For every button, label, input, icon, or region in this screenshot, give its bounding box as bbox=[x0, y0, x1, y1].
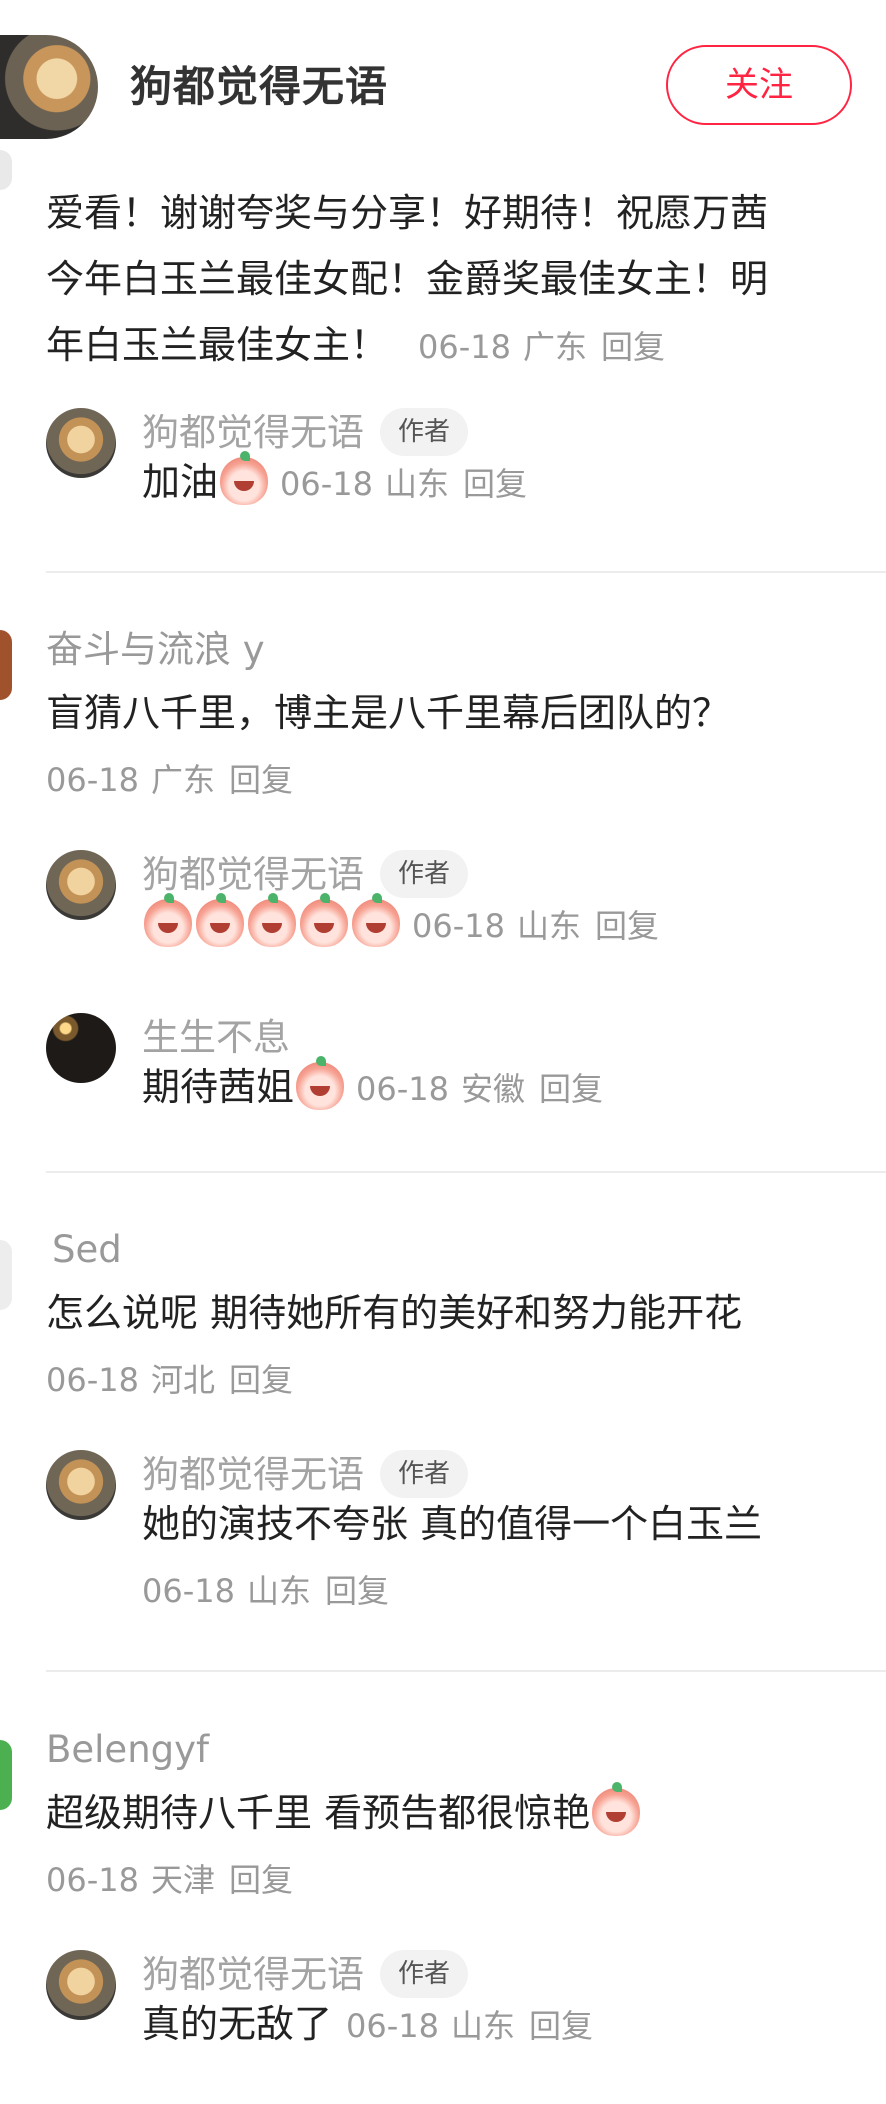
reply-link[interactable]: 回复 bbox=[229, 1361, 293, 1399]
reply-author-name[interactable]: 狗都觉得无语 作者 bbox=[142, 849, 469, 900]
reply-avatar[interactable] bbox=[46, 1950, 116, 2020]
reply-link[interactable]: 回复 bbox=[229, 1861, 293, 1899]
reply-link[interactable]: 回复 bbox=[539, 1070, 603, 1108]
reply-author-name-text[interactable]: 狗都觉得无语 bbox=[142, 853, 364, 896]
reply-link[interactable]: 回复 bbox=[595, 907, 659, 945]
reply-text-content: 真的无敌了 bbox=[142, 2002, 333, 2046]
reply-author-name[interactable]: 狗都觉得无语 作者 bbox=[142, 1949, 469, 2000]
comment-meta: 06-18 天津 回复 bbox=[46, 1855, 293, 1905]
reply-author-name[interactable]: 生生不息 bbox=[142, 1013, 290, 1063]
comment-text-line-content: 年白玉兰最佳女主！ bbox=[46, 323, 389, 367]
reply-item: 生生不息 期待茜姐 06-18 安徽 回复 bbox=[46, 1013, 876, 1143]
comment-item: Sed 怎么说呢 期待她所有的美好和努力能开花 06-18 河北 回复 狗都觉得无语… bbox=[0, 1225, 886, 1665]
reply-author-name[interactable]: 狗都觉得无语 作者 bbox=[142, 1449, 469, 1500]
author-name[interactable]: 狗都觉得无语 bbox=[130, 57, 388, 117]
author-badge: 作者 bbox=[380, 849, 469, 898]
reply-date: 06-18 bbox=[356, 1070, 449, 1108]
reply-location: 山东 bbox=[516, 907, 581, 945]
post-author-header: 狗都觉得无语 关注 bbox=[0, 0, 886, 176]
reply-author-name-text[interactable]: 狗都觉得无语 bbox=[142, 411, 364, 454]
reply-item: 狗都觉得无语 作者 加油 06-18 山东 回复 bbox=[46, 407, 876, 538]
reply-avatar[interactable] bbox=[46, 408, 116, 478]
reply-item: 狗都觉得无语 作者 真的无敌了 06-18 山东 回复 bbox=[46, 1949, 876, 2080]
reply-date: 06-18 bbox=[412, 907, 505, 945]
reply-author-name-text[interactable]: 狗都觉得无语 bbox=[142, 1453, 364, 1496]
comment-divider bbox=[46, 571, 886, 573]
peach-face-emoji-icon bbox=[144, 893, 192, 947]
comment-text: 超级期待八千里 看预告都很惊艳 bbox=[46, 1782, 846, 1843]
reply-text-content: 加油 bbox=[142, 460, 219, 504]
comment-date: 06-18 bbox=[46, 1361, 139, 1399]
peach-face-emoji-icon bbox=[248, 893, 296, 947]
reply-author-name[interactable]: 狗都觉得无语 作者 bbox=[142, 407, 469, 458]
comment-item: 奋斗与流浪 y 盲猜八千里，博主是八千里幕后团队的？ 06-18 广东 回复 狗都觉… bbox=[0, 625, 886, 1165]
comment-location: 河北 bbox=[150, 1361, 215, 1399]
author-badge: 作者 bbox=[380, 1449, 469, 1498]
reply-link[interactable]: 回复 bbox=[601, 328, 665, 366]
comment-author-name[interactable]: Sed bbox=[52, 1225, 122, 1275]
comment-location: 广东 bbox=[523, 328, 588, 366]
reply-date: 06-18 bbox=[346, 2007, 439, 2045]
reply-text: 她的演技不夸张 真的值得一个白玉兰 bbox=[142, 1502, 763, 1546]
comment-item: Belengyf 超级期待八千里 看预告都很惊艳 06-18 天津 回复 狗都觉得无… bbox=[0, 1725, 886, 2104]
reply-avatar[interactable] bbox=[46, 1013, 116, 1083]
comment-divider bbox=[46, 1171, 886, 1173]
reply-link[interactable]: 回复 bbox=[463, 465, 527, 503]
reply-text: 加油 06-18 山东 回复 bbox=[142, 451, 527, 514]
comment-date: 06-18 bbox=[418, 328, 511, 366]
comment-text: 盲猜八千里，博主是八千里幕后团队的？ bbox=[46, 691, 731, 735]
comment-text: 爱看！谢谢夸奖与分享！好期待！祝愿万茜 今年白玉兰最佳女配！金爵奖最佳女主！明 … bbox=[46, 180, 846, 380]
reply-text: 期待茜姐 06-18 安徽 回复 bbox=[142, 1056, 603, 1119]
comment-meta: 06-18 广东 回复 bbox=[46, 755, 293, 805]
follow-button[interactable]: 关注 bbox=[666, 45, 852, 125]
comment-author-name[interactable]: 奋斗与流浪 y bbox=[46, 625, 265, 675]
comment-location: 天津 bbox=[150, 1861, 215, 1899]
reply-link[interactable]: 回复 bbox=[529, 2007, 593, 2045]
peach-face-emoji-icon bbox=[196, 893, 244, 947]
peach-face-emoji-icon bbox=[300, 893, 348, 947]
reply-meta: 06-18 山东 回复 bbox=[142, 1566, 389, 1616]
comment-text-line: 年白玉兰最佳女主！ 06-18 广东 回复 bbox=[46, 312, 846, 380]
reply-date: 06-18 bbox=[142, 1572, 235, 1610]
comment-item: 爱看！谢谢夸奖与分享！好期待！祝愿万茜 今年白玉兰最佳女配！金爵奖最佳女主！明 … bbox=[0, 180, 886, 580]
reply-avatar[interactable] bbox=[46, 1450, 116, 1520]
reply-avatar[interactable] bbox=[46, 850, 116, 920]
author-avatar[interactable] bbox=[0, 35, 98, 139]
comment-date: 06-18 bbox=[46, 1861, 139, 1899]
reply-location: 山东 bbox=[451, 2007, 516, 2045]
comment-divider bbox=[46, 1670, 886, 1672]
reply-location: 山东 bbox=[246, 1572, 311, 1610]
reply-author-name-text[interactable]: 狗都觉得无语 bbox=[142, 1953, 364, 1996]
comment-meta: 06-18 河北 回复 bbox=[46, 1355, 293, 1405]
reply-location: 安徽 bbox=[461, 1070, 526, 1108]
comment-text-content: 超级期待八千里 看预告都很惊艳 bbox=[46, 1791, 591, 1835]
peach-face-emoji-icon bbox=[352, 893, 400, 947]
reply-text: 真的无敌了 06-18 山东 回复 bbox=[142, 1994, 593, 2056]
comment-text: 怎么说呢 期待她所有的美好和努力能开花 bbox=[46, 1291, 743, 1335]
reply-location: 山东 bbox=[385, 465, 450, 503]
reply-link[interactable]: 回复 bbox=[325, 1572, 389, 1610]
reply-item: 狗都觉得无语 作者 06-18 山东 回复 bbox=[46, 849, 876, 980]
reply-date: 06-18 bbox=[280, 465, 373, 503]
comment-author-name[interactable]: Belengyf bbox=[46, 1725, 209, 1775]
comment-date: 06-18 bbox=[46, 761, 139, 799]
reply-text-content: 期待茜姐 bbox=[142, 1065, 295, 1109]
reply-link[interactable]: 回复 bbox=[229, 761, 293, 799]
peach-face-emoji-icon bbox=[220, 451, 269, 505]
peach-face-emoji-icon bbox=[592, 1782, 641, 1836]
reply-text: 06-18 山东 回复 bbox=[142, 893, 659, 956]
peach-face-emoji-icon bbox=[296, 1056, 345, 1110]
comment-location: 广东 bbox=[150, 761, 215, 799]
author-badge: 作者 bbox=[380, 407, 469, 456]
comment-text-line: 爱看！谢谢夸奖与分享！好期待！祝愿万茜 bbox=[46, 191, 769, 235]
author-badge: 作者 bbox=[380, 1949, 469, 1998]
reply-item: 狗都觉得无语 作者 她的演技不夸张 真的值得一个白玉兰 06-18 山东 回复 bbox=[46, 1449, 876, 1650]
comment-text-line: 今年白玉兰最佳女配！金爵奖最佳女主！明 bbox=[46, 257, 769, 301]
